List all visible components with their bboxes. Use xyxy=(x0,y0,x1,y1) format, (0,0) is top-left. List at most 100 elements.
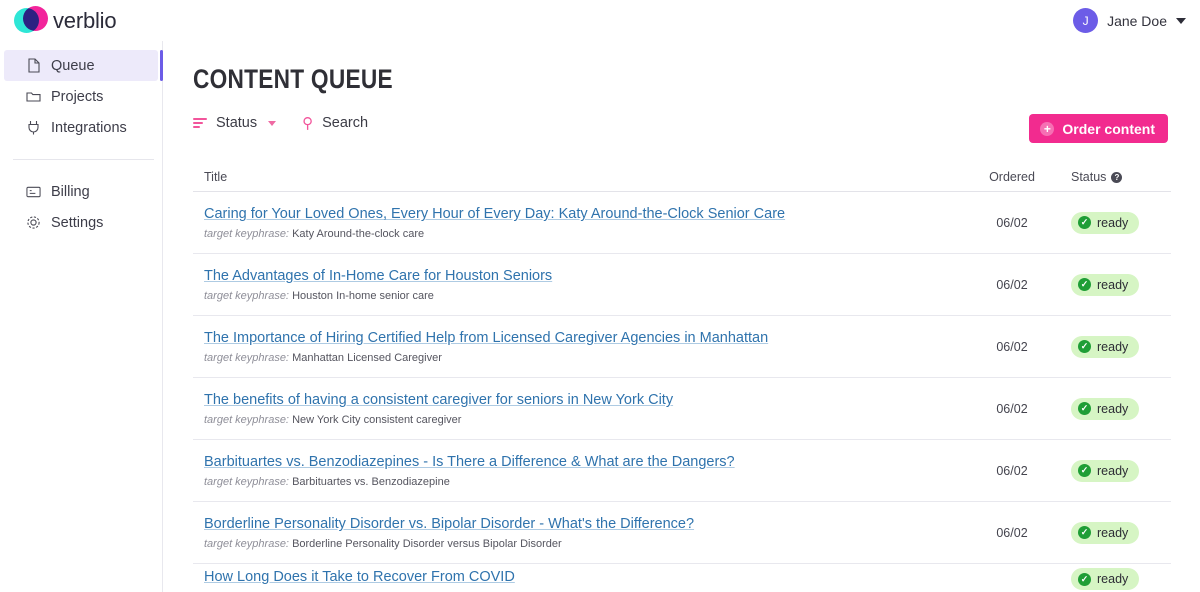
help-icon[interactable]: ? xyxy=(1111,171,1123,183)
gear-icon xyxy=(26,215,41,230)
status-badge: ✓ ready xyxy=(1071,521,1140,544)
sidebar-item-label: Integrations xyxy=(51,119,127,136)
status-filter[interactable]: Status xyxy=(193,115,277,131)
verblio-circles-logo-icon xyxy=(14,6,48,36)
chevron-down-icon xyxy=(268,120,277,126)
row-title-link[interactable]: The benefits of having a consistent care… xyxy=(204,391,673,409)
cell-title: Barbituartes vs. Benzodiazepines - Is Th… xyxy=(193,453,963,487)
cell-ordered-date: 06/02 xyxy=(996,401,1028,416)
cell-title: The benefits of having a consistent care… xyxy=(193,391,963,425)
row-title-link[interactable]: Caring for Your Loved Ones, Every Hour o… xyxy=(204,205,785,223)
cell-title: How Long Does it Take to Recover From CO… xyxy=(193,568,963,586)
main-content: CONTENT QUEUE Status ⚲ Search + Order co… xyxy=(163,41,1200,592)
row-title-link[interactable]: The Importance of Hiring Certified Help … xyxy=(204,329,768,347)
order-content-label: Order content xyxy=(1062,120,1155,137)
keyphrase-value: Barbituartes vs. Benzodiazepine xyxy=(292,475,450,488)
status-badge: ✓ ready xyxy=(1071,397,1140,420)
keyphrase-value: Manhattan Licensed Caregiver xyxy=(292,351,442,364)
cell-ordered-date: 06/02 xyxy=(996,215,1028,230)
column-header-status-label: Status xyxy=(1071,170,1107,184)
sidebar-item-label: Settings xyxy=(51,214,104,231)
status-badge-label: ready xyxy=(1097,463,1129,478)
plug-icon xyxy=(26,120,41,135)
status-badge-label: ready xyxy=(1097,215,1129,230)
folder-icon xyxy=(26,89,41,104)
check-circle-icon: ✓ xyxy=(1078,572,1091,586)
keyphrase-label: target keyphrase: xyxy=(204,413,293,426)
row-title-link[interactable]: How Long Does it Take to Recover From CO… xyxy=(204,568,515,586)
cell-ordered-date: 06/02 xyxy=(996,277,1028,292)
check-circle-icon: ✓ xyxy=(1078,464,1091,477)
keyphrase-label: target keyphrase: xyxy=(204,351,293,364)
order-content-button[interactable]: + Order content xyxy=(1029,114,1168,143)
row-title-link[interactable]: Barbituartes vs. Benzodiazepines - Is Th… xyxy=(204,453,735,471)
table-row: Barbituartes vs. Benzodiazepines - Is Th… xyxy=(193,440,1171,502)
keyphrase-value: Houston In-home senior care xyxy=(292,289,434,302)
sidebar-item-billing[interactable]: Billing xyxy=(4,176,158,207)
top-bar: verblio J Jane Doe xyxy=(0,0,1200,41)
page-title: CONTENT QUEUE xyxy=(193,64,393,94)
cell-title: The Importance of Hiring Certified Help … xyxy=(193,329,963,363)
status-badge-label: ready xyxy=(1097,277,1129,292)
status-badge: ✓ ready xyxy=(1071,335,1140,358)
row-keyphrase: target keyphrase: Manhattan Licensed Car… xyxy=(204,352,963,364)
cell-status: ✓ ready xyxy=(1061,568,1171,590)
check-circle-icon: ✓ xyxy=(1078,278,1091,291)
column-header-ordered: Ordered xyxy=(989,170,1035,184)
row-keyphrase: target keyphrase: Katy Around-the-clock … xyxy=(204,228,963,240)
table-header-row: Title Ordered Status ? xyxy=(193,163,1171,192)
cell-status: ✓ ready xyxy=(1061,397,1171,420)
keyphrase-label: target keyphrase: xyxy=(204,475,293,488)
row-keyphrase: target keyphrase: New York City consiste… xyxy=(204,414,963,426)
plus-circle-icon: + xyxy=(1040,121,1055,136)
cell-status: ✓ ready xyxy=(1061,273,1171,296)
cell-status: ✓ ready xyxy=(1061,459,1171,482)
app-root: verblio J Jane Doe Queue Projects Integr… xyxy=(0,0,1200,592)
column-header-status: Status ? xyxy=(1061,170,1171,184)
sidebar-item-settings[interactable]: Settings xyxy=(4,207,158,238)
sidebar-item-projects[interactable]: Projects xyxy=(4,81,158,112)
keyphrase-label: target keyphrase: xyxy=(204,289,293,302)
keyphrase-value: New York City consistent caregiver xyxy=(292,413,462,426)
sidebar-item-queue[interactable]: Queue xyxy=(4,50,163,81)
status-badge-label: ready xyxy=(1097,401,1129,416)
cell-ordered-date: 06/02 xyxy=(996,525,1028,540)
check-circle-icon: ✓ xyxy=(1078,402,1091,415)
status-badge-label: ready xyxy=(1097,339,1129,354)
cell-status: ✓ ready xyxy=(1061,211,1171,234)
sidebar: Queue Projects Integrations Billing Sett… xyxy=(0,41,163,592)
table-body: Caring for Your Loved Ones, Every Hour o… xyxy=(193,192,1171,590)
status-badge: ✓ ready xyxy=(1071,273,1140,296)
keyphrase-value: Katy Around-the-clock care xyxy=(292,227,425,240)
cell-ordered-date: 06/02 xyxy=(996,463,1028,478)
search-input[interactable]: ⚲ Search xyxy=(302,115,368,131)
brand-name: verblio xyxy=(53,8,117,33)
sidebar-item-label: Queue xyxy=(51,57,95,74)
filter-icon xyxy=(193,117,207,129)
status-badge-label: ready xyxy=(1097,572,1129,586)
search-icon: ⚲ xyxy=(302,114,314,132)
row-keyphrase: target keyphrase: Houston In-home senior… xyxy=(204,290,963,302)
avatar: J xyxy=(1073,8,1099,33)
sidebar-item-label: Billing xyxy=(51,183,90,200)
search-placeholder: Search xyxy=(322,115,369,131)
column-header-title: Title xyxy=(204,170,228,184)
cell-ordered-date: 06/02 xyxy=(996,339,1028,354)
table-row: Caring for Your Loved Ones, Every Hour o… xyxy=(193,192,1171,254)
row-title-link[interactable]: Borderline Personality Disorder vs. Bipo… xyxy=(204,515,694,533)
status-filter-label: Status xyxy=(216,115,258,131)
keyphrase-value: Borderline Personality Disorder versus B… xyxy=(292,537,562,550)
table-row: Borderline Personality Disorder vs. Bipo… xyxy=(193,502,1171,564)
user-menu[interactable]: J Jane Doe xyxy=(1073,8,1186,33)
row-title-link[interactable]: The Advantages of In-Home Care for Houst… xyxy=(204,267,552,285)
check-circle-icon: ✓ xyxy=(1078,526,1091,539)
brand-logo[interactable]: verblio xyxy=(14,6,117,36)
table-row: The Advantages of In-Home Care for Houst… xyxy=(193,254,1171,316)
user-name: Jane Doe xyxy=(1107,12,1167,29)
keyphrase-label: target keyphrase: xyxy=(204,227,293,240)
sidebar-item-integrations[interactable]: Integrations xyxy=(4,112,158,143)
table-row: The Importance of Hiring Certified Help … xyxy=(193,316,1171,378)
table-row: How Long Does it Take to Recover From CO… xyxy=(193,564,1171,590)
check-circle-icon: ✓ xyxy=(1078,216,1091,229)
row-keyphrase: target keyphrase: Borderline Personality… xyxy=(204,538,963,550)
